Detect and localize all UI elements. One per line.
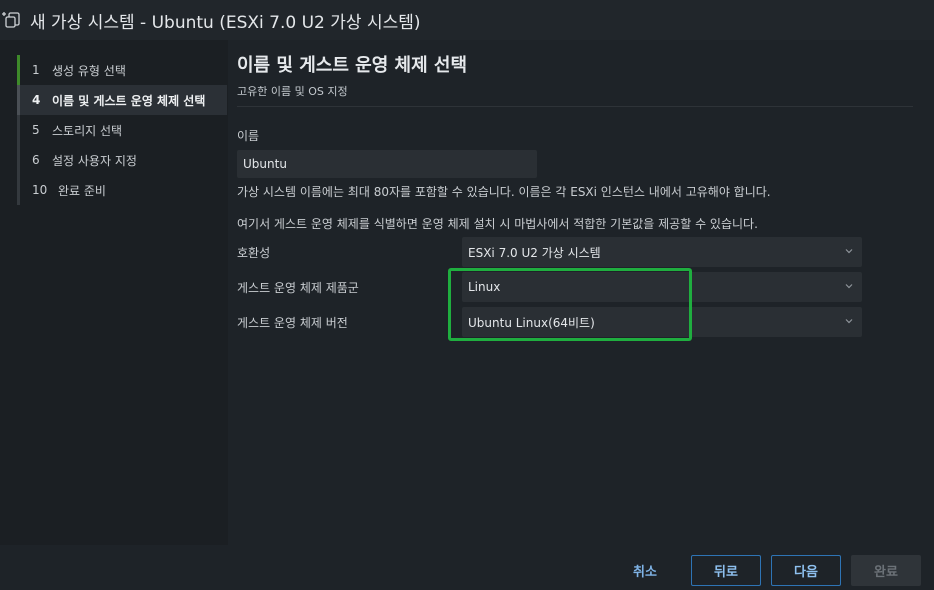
step-number: 10 — [32, 183, 48, 197]
step-label: 스토리지 선택 — [52, 123, 123, 138]
compatibility-label: 호환성 — [237, 246, 271, 260]
page-title: 이름 및 게스트 운영 체제 선택 — [237, 55, 468, 76]
finish-button[interactable]: 완료 — [851, 555, 921, 586]
step-label: 이름 및 게스트 운영 체제 선택 — [52, 93, 206, 108]
os-version-label: 게스트 운영 체제 버전 — [237, 316, 348, 330]
header-divider — [237, 106, 913, 107]
step-number: 4 — [32, 93, 41, 107]
chevron-down-icon — [845, 249, 853, 254]
next-button[interactable]: 다음 — [771, 555, 841, 586]
chevron-down-icon — [845, 284, 853, 289]
page-subtitle: 고유한 이름 및 OS 지정 — [237, 85, 348, 98]
step-number: 6 — [32, 153, 40, 167]
name-help-text: 가상 시스템 이름에는 최대 80자를 포함할 수 있습니다. 이름은 각 ES… — [237, 185, 771, 199]
cancel-button[interactable]: 취소 — [617, 555, 673, 586]
step-label: 생성 유형 선택 — [52, 63, 126, 78]
vm-name-input[interactable] — [237, 150, 537, 178]
new-vm-icon — [2, 12, 20, 28]
wizard-step-customize[interactable]: 6 설정 사용자 지정 — [17, 145, 227, 175]
wizard-step-create-type[interactable]: 1 생성 유형 선택 — [17, 55, 227, 85]
wizard-steps: 1 생성 유형 선택 4 이름 및 게스트 운영 체제 선택 5 스토리지 선택… — [17, 55, 227, 205]
wizard-step-storage[interactable]: 5 스토리지 선택 — [17, 115, 227, 145]
wizard-step-name-os[interactable]: 4 이름 및 게스트 운영 체제 선택 — [17, 85, 227, 115]
step-number: 1 — [32, 63, 40, 77]
compatibility-select[interactable]: ESXi 7.0 U2 가상 시스템 — [462, 237, 862, 267]
step-label: 완료 준비 — [58, 183, 106, 198]
back-button[interactable]: 뒤로 — [691, 555, 761, 586]
annotation-highlight-box — [448, 268, 692, 341]
step-number: 5 — [32, 123, 40, 137]
chevron-down-icon — [845, 319, 853, 324]
os-family-label: 게스트 운영 체제 제품군 — [237, 281, 359, 295]
window-titlebar: 새 가상 시스템 - Ubuntu (ESXi 7.0 U2 가상 시스템) — [0, 0, 934, 40]
wizard-step-ready[interactable]: 10 완료 준비 — [17, 175, 227, 205]
os-help-text: 여기서 게스트 운영 체제를 식별하면 운영 체제 설치 시 마법사에서 적합한… — [237, 217, 758, 231]
step-label: 설정 사용자 지정 — [52, 153, 137, 168]
window-title: 새 가상 시스템 - Ubuntu (ESXi 7.0 U2 가상 시스템) — [30, 13, 421, 33]
name-label: 이름 — [237, 129, 260, 143]
compatibility-value: ESXi 7.0 U2 가상 시스템 — [468, 245, 601, 260]
